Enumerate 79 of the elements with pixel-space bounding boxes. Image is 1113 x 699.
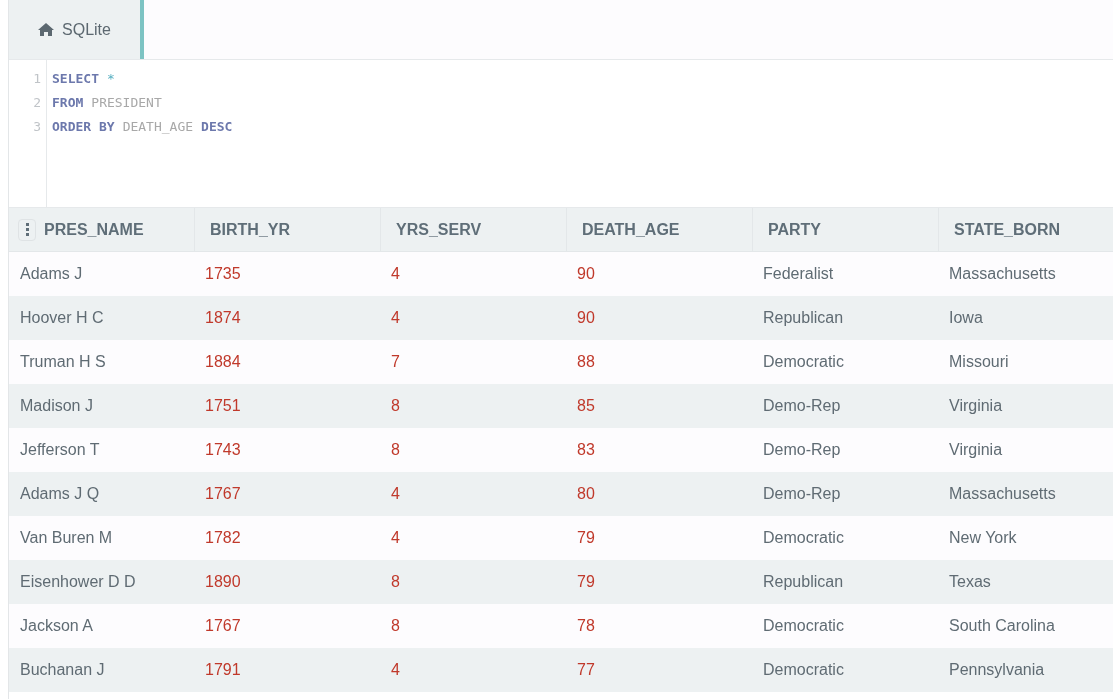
- table-cell-text: 79: [577, 572, 595, 592]
- table-cell-text: South Carolina: [949, 616, 1055, 636]
- table-cell-text: 1884: [205, 352, 241, 372]
- table-cell-text: Madison J: [20, 396, 93, 416]
- table-cell-text: Missouri: [949, 352, 1009, 372]
- table-cell-text: New York: [949, 528, 1017, 548]
- table-cell-text: Van Buren M: [20, 528, 113, 548]
- table-cell-text: 1767: [205, 616, 241, 636]
- table-cell-text: 80: [577, 484, 595, 504]
- table-cell-text: Demo-Rep: [763, 484, 841, 504]
- line-number: 2: [33, 94, 41, 112]
- table-cell-text: 8: [391, 396, 400, 416]
- table-cell-text: Demo-Rep: [763, 440, 841, 460]
- table-cell-text: Adams J Q: [20, 484, 100, 504]
- table-cell-text: Democratic: [763, 660, 844, 680]
- table-cell-text: 8: [391, 440, 400, 460]
- table-cell-text: Democratic: [763, 352, 844, 372]
- code-token: FROM: [52, 94, 84, 112]
- table-cell-text: Texas: [949, 572, 991, 592]
- table-cell-text: 4: [391, 660, 400, 680]
- table-cell-text: Federalist: [763, 264, 834, 284]
- table-cell-text: Jackson A: [20, 616, 93, 636]
- table-cell-text: 1735: [205, 264, 241, 284]
- code-token: DEATH_AGE: [122, 118, 194, 136]
- column-header[interactable]: DEATH_AGE: [567, 208, 753, 251]
- table-cell-text: 4: [391, 484, 400, 504]
- table-cell-text: 1767: [205, 484, 241, 504]
- table-cell-text: Truman H S: [20, 352, 106, 372]
- table-cell-text: 90: [577, 308, 595, 328]
- table-cell-text: 1890: [205, 572, 241, 592]
- table-cell-text: Jefferson T: [20, 440, 100, 460]
- code-token: *: [106, 70, 115, 88]
- code-token: DESC: [201, 118, 233, 136]
- code-token: SELECT: [52, 70, 99, 88]
- table-cell-text: 7: [391, 352, 400, 372]
- table-cell-text: Demo-Rep: [763, 396, 841, 416]
- code-token: PRESIDENT: [91, 94, 162, 112]
- table-cell-text: 8: [391, 572, 400, 592]
- table-cell-text: Republican: [763, 308, 844, 328]
- table-cell-text: Eisenhower D D: [20, 572, 136, 592]
- table-cell-text: 90: [577, 264, 595, 284]
- table-cell-text: 85: [577, 396, 595, 416]
- table-cell-text: Virginia: [949, 440, 1003, 460]
- table-cell-text: 1743: [205, 440, 241, 460]
- table-cell-text: Virginia: [949, 396, 1003, 416]
- column-header[interactable]: PRES_NAME: [9, 208, 195, 251]
- line-number: 1: [33, 70, 41, 88]
- column-header[interactable]: PARTY: [753, 208, 939, 251]
- column-header[interactable]: BIRTH_YR: [195, 208, 381, 251]
- table-cell-text: 1874: [205, 308, 241, 328]
- column-header[interactable]: YRS_SERV: [381, 208, 567, 251]
- column-menu-icon[interactable]: [18, 218, 36, 241]
- table-cell-text: 1782: [205, 528, 241, 548]
- home-icon: [38, 23, 55, 36]
- table-cell-text: 4: [391, 264, 400, 284]
- table-cell-text: Hoover H C: [20, 308, 104, 328]
- column-header[interactable]: STATE_BORN: [939, 208, 1113, 251]
- table-cell-text: 1791: [205, 660, 241, 680]
- table-cell-text: 79: [577, 528, 595, 548]
- table-cell-text: 83: [577, 440, 595, 460]
- table-cell-text: Iowa: [949, 308, 983, 328]
- table-cell-text: 1751: [205, 396, 241, 416]
- table-cell-text: Democratic: [763, 616, 844, 636]
- table-cell-text: Massachusetts: [949, 264, 1056, 284]
- tab[interactable]: SQLite: [9, 0, 144, 59]
- table-cell-text: 88: [577, 352, 595, 372]
- table-cell-text: Democratic: [763, 528, 844, 548]
- table-cell-text: 78: [577, 616, 595, 636]
- line-number: 3: [33, 118, 41, 136]
- table-cell-text: 8: [391, 616, 400, 636]
- table-cell-text: Adams J: [20, 264, 83, 284]
- table-cell-text: Pennsylvania: [949, 660, 1045, 680]
- table-cell-text: 4: [391, 528, 400, 548]
- table-cell-text: 77: [577, 660, 595, 680]
- code-token: ORDER BY: [52, 118, 115, 136]
- table-cell-text: Buchanan J: [20, 660, 105, 680]
- table-cell-text: Massachusetts: [949, 484, 1056, 504]
- table-cell-text: 4: [391, 308, 400, 328]
- table-cell-text: Republican: [763, 572, 844, 592]
